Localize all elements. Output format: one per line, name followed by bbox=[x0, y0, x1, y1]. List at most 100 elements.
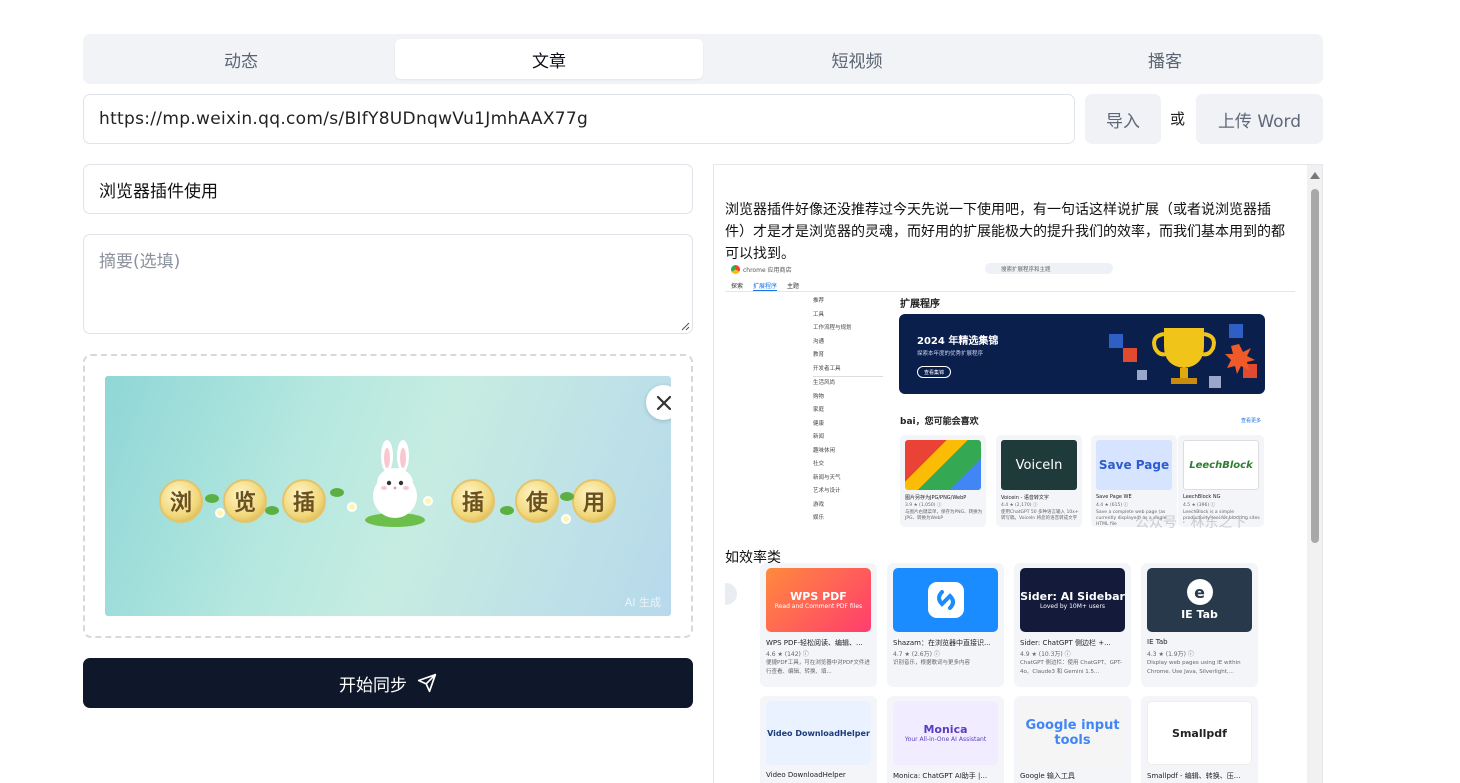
article-preview-panel[interactable]: 浏览器插件好像还没推荐过今天先说一下使用吧，有一句话这样说扩展（或者说浏览器插件… bbox=[713, 164, 1323, 783]
grid-card-image: Monica Your All-in-One AI Assistant bbox=[893, 701, 998, 765]
store-sidebar-item: 趣味休闲 bbox=[813, 447, 836, 454]
cover-char: 用 bbox=[572, 479, 616, 523]
leaf-decoration bbox=[500, 506, 514, 515]
grid-brand: Google input tools bbox=[1025, 718, 1120, 748]
card-title: LeechBlock NG bbox=[1183, 494, 1221, 500]
grid-card-image: Video DownloadHelper bbox=[766, 701, 871, 765]
grid-title: Sider: ChatGPT 侧边栏 +... bbox=[1020, 639, 1111, 647]
cover-image-dropzone[interactable]: 浏 览 插 插 使 用 AI 生成 bbox=[83, 354, 693, 638]
leaf-decoration bbox=[560, 492, 574, 501]
store-sidebar-item: 娱乐 bbox=[813, 515, 825, 521]
grid-brand: Monica bbox=[923, 723, 968, 736]
shazam-icon bbox=[927, 582, 964, 618]
store-sidebar-item: 健康 bbox=[813, 420, 825, 427]
grid-card: Google input tools Google 输入工具 bbox=[1014, 696, 1131, 783]
send-icon bbox=[417, 673, 437, 693]
store-sidebar: 推荐 工具 工作流程与规划 沟通 教育 开发者工具 生活风尚 购物 家庭 健康 … bbox=[813, 295, 883, 526]
cover-char: 浏 bbox=[159, 479, 203, 523]
grid-rating: 4.6 ★ (142) ⓘ bbox=[766, 651, 809, 658]
store-banner: 2024 年精选集锦 探索本年度的优秀扩展程序 查看集锦 bbox=[899, 314, 1265, 394]
chrome-store-screenshot: chrome 应用商店 搜索扩展程序和主题 探索 扩展程序 主题 推荐 工具 工… bbox=[725, 262, 1295, 537]
store-sidebar-item: 家庭 bbox=[813, 407, 825, 413]
store-card: VoiceIn Voicein - 语音转文字 4.4 ★ (2,170) ⓘ … bbox=[996, 435, 1082, 527]
title-input[interactable]: 浏览器插件使用 bbox=[83, 164, 693, 214]
grid-brand: IE Tab bbox=[1181, 608, 1218, 621]
store-nav: 探索 扩展程序 主题 bbox=[731, 281, 799, 291]
grid-desc: 识别音乐，根据歌词与更多内容 bbox=[893, 660, 971, 666]
tab-dynamic[interactable]: 动态 bbox=[87, 39, 395, 79]
card-image: VoiceIn bbox=[1001, 440, 1077, 490]
grid-desc: 便捷PDF工具，可在浏览器中对PDF文件进行查看、编辑、转换、填... bbox=[766, 660, 870, 675]
grid-card: Smallpdf Smallpdf - 编辑、转换、压... bbox=[1141, 696, 1258, 783]
upload-word-button[interactable]: 上传 Word bbox=[1196, 94, 1323, 144]
ai-watermark: AI 生成 bbox=[624, 596, 661, 609]
grid-title: IE Tab bbox=[1147, 638, 1168, 646]
summary-placeholder: 摘要(选填) bbox=[99, 252, 181, 272]
grid-card: Sider: AI Sidebar Loved by 10M+ users Si… bbox=[1014, 563, 1131, 687]
cover-char: 使 bbox=[515, 479, 559, 523]
grid-card-image: Google input tools bbox=[1020, 701, 1125, 765]
store-sidebar-item: 艺术与设计 bbox=[813, 488, 841, 494]
card-rating: 4.5 ★ (396) ⓘ bbox=[1183, 503, 1216, 508]
store-sidebar-item: 推荐 bbox=[813, 298, 825, 304]
import-button[interactable]: 导入 bbox=[1085, 94, 1161, 144]
store-heading: 扩展程序 bbox=[900, 299, 940, 310]
card-image: LeechBlock bbox=[1183, 440, 1259, 490]
preview-scrollbar[interactable] bbox=[1307, 165, 1322, 783]
store-nav-item: 扩展程序 bbox=[753, 283, 778, 291]
article-url-input[interactable]: https://mp.weixin.qq.com/s/BIfY8UDnqwVu1… bbox=[83, 94, 1075, 144]
bunny-illustration bbox=[365, 440, 425, 527]
card-rating: 4.4 ★ (2,170) ⓘ bbox=[1001, 503, 1038, 508]
store-sidebar-item: 社交 bbox=[813, 461, 825, 467]
store-sidebar-item: 工具 bbox=[813, 311, 825, 318]
recommend-heading: bai，您可能会喜欢 bbox=[900, 417, 979, 427]
card-desc: 使用ChatGPT 50 多种语言输入 10x+ 转写稿。VoiceIn 将您的… bbox=[1001, 510, 1079, 521]
card-rating: 3.9 ★ (1,050) ⓘ bbox=[905, 503, 942, 508]
summary-textarea[interactable]: 摘要(选填) bbox=[83, 234, 693, 334]
grid-brand: Smallpdf bbox=[1172, 726, 1227, 740]
banner-title: 2024 年精选集锦 bbox=[917, 336, 999, 347]
start-sync-button[interactable]: 开始同步 bbox=[83, 658, 693, 708]
cover-char: 览 bbox=[223, 479, 267, 523]
grid-card-image: Sider: AI Sidebar Loved by 10M+ users bbox=[1020, 568, 1125, 632]
flower-decoration bbox=[347, 502, 357, 512]
grid-rating: 4.9 ★ (10.3万) ⓘ bbox=[1020, 651, 1071, 658]
grid-title: Video DownloadHelper bbox=[766, 771, 846, 779]
or-label: 或 bbox=[1170, 110, 1186, 128]
cover-char: 插 bbox=[451, 479, 495, 523]
store-nav-item: 探索 bbox=[731, 283, 744, 290]
grid-title: Smallpdf - 编辑、转换、压... bbox=[1147, 772, 1241, 780]
scroll-up-icon[interactable] bbox=[1310, 172, 1320, 179]
card-rating: 4.4 ★ (615) ⓘ bbox=[1096, 503, 1129, 508]
store-nav-item: 主题 bbox=[787, 283, 800, 290]
grid-brand: Sider: AI Sidebar bbox=[1020, 590, 1125, 603]
card-title: Save Page WE bbox=[1096, 494, 1132, 500]
store-sidebar-item: 新闻与天气 bbox=[813, 474, 841, 481]
remove-cover-button[interactable] bbox=[646, 385, 671, 420]
banner-button: 查看集锦 bbox=[917, 366, 951, 378]
grid-card-image: Smallpdf bbox=[1147, 701, 1252, 765]
store-sidebar-item: 开发者工具 bbox=[813, 365, 841, 372]
grid-card: Video DownloadHelper Video DownloadHelpe… bbox=[760, 696, 877, 783]
grid-card: Shazam：在浏览器中直接识... 4.7 ★ (2.6万) ⓘ 识别音乐，根… bbox=[887, 563, 1004, 687]
divider bbox=[725, 291, 1295, 292]
tab-short-video[interactable]: 短视频 bbox=[703, 39, 1011, 79]
tab-podcast[interactable]: 播客 bbox=[1011, 39, 1319, 79]
preview-paragraph: 浏览器插件好像还没推荐过今天先说一下使用吧，有一句话这样说扩展（或者说浏览器插件… bbox=[725, 202, 1285, 262]
wechat-watermark: 公众号 · 林东之下 bbox=[1135, 515, 1247, 531]
tab-article[interactable]: 文章 bbox=[395, 39, 703, 79]
grid-card-image bbox=[893, 568, 998, 632]
store-sidebar-item: 生活风尚 bbox=[813, 380, 836, 386]
store-sidebar-item: 沟通 bbox=[813, 338, 825, 345]
close-icon bbox=[656, 395, 671, 410]
card-title: 图片另存为JPG/PNG/WebP bbox=[905, 495, 967, 501]
carousel-prev-icon bbox=[725, 583, 737, 605]
store-sidebar-item: 购物 bbox=[813, 393, 825, 400]
scrollbar-thumb[interactable] bbox=[1311, 189, 1319, 543]
banner-subtitle: 探索本年度的优秀扩展程序 bbox=[917, 351, 984, 357]
grid-desc: Display web pages using IE within Chrome… bbox=[1147, 660, 1241, 675]
store-card: 图片另存为JPG/PNG/WebP 3.9 ★ (1,050) ⓘ 与图片右键菜… bbox=[900, 435, 986, 527]
grid-rating: 4.7 ★ (2.6万) ⓘ bbox=[893, 651, 940, 658]
resize-handle-icon[interactable] bbox=[681, 322, 690, 331]
grid-card-image: WPS PDF Read and Comment PDF files bbox=[766, 568, 871, 632]
